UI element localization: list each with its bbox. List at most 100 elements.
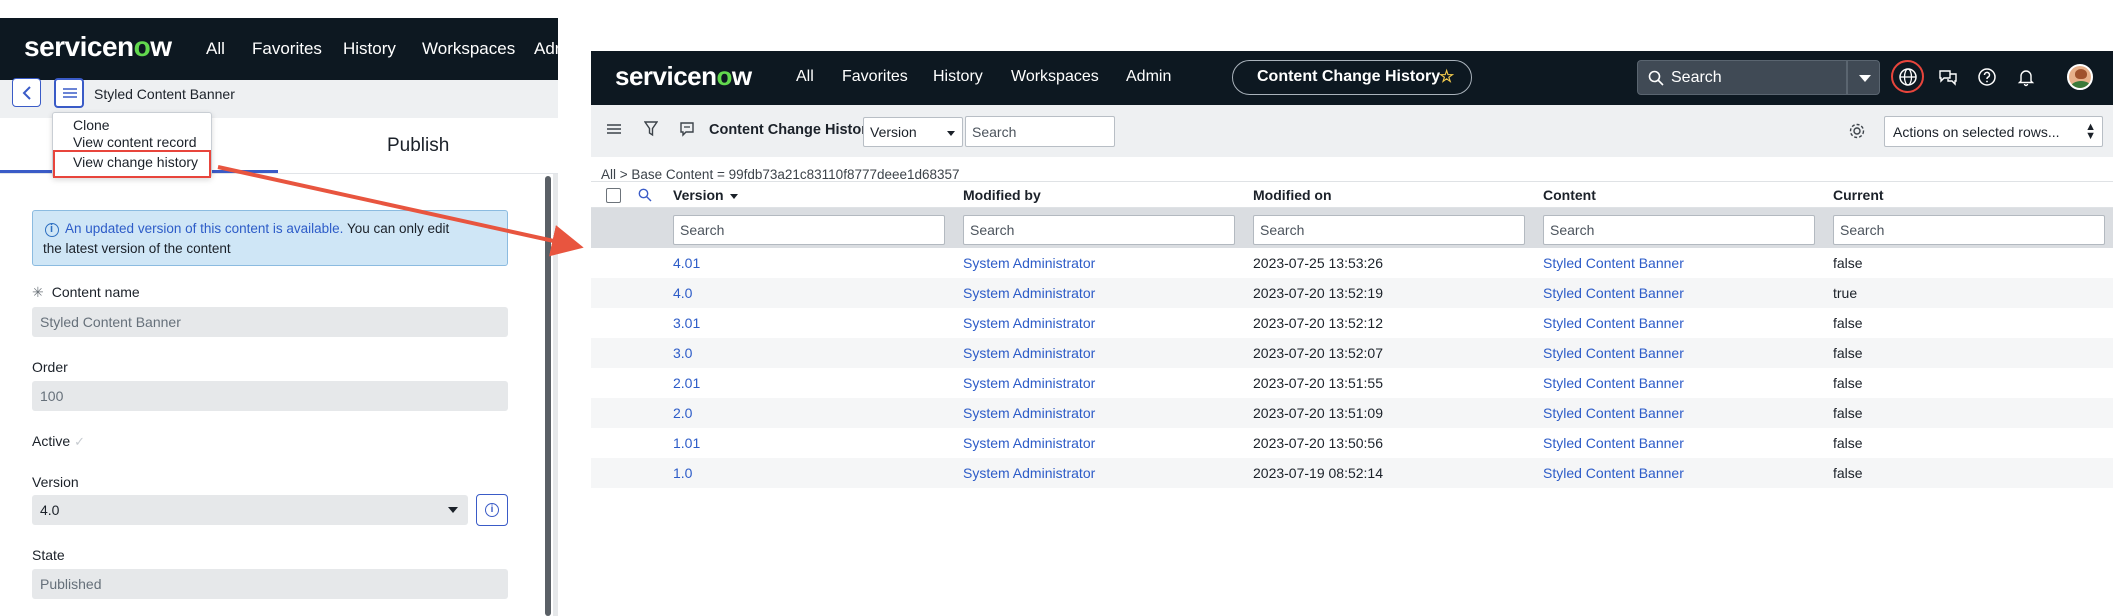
tab-publish[interactable]: Publish (387, 135, 449, 157)
version-link[interactable]: 3.01 (673, 315, 700, 331)
modified-by-search-input[interactable]: Search (963, 215, 1235, 245)
globe-icon[interactable] (1897, 66, 1919, 88)
back-button[interactable] (12, 78, 41, 107)
version-info-button[interactable]: i (476, 494, 508, 526)
menu-item-clone[interactable]: Clone (73, 117, 110, 133)
search-scope-dropdown[interactable] (1847, 60, 1880, 95)
table-row[interactable]: 4.0 System Administrator 2023-07-20 13:52:… (591, 278, 2113, 308)
table-row[interactable]: 4.01 System Administrator 2023-07-25 13:53… (591, 248, 2113, 278)
version-link[interactable]: 4.0 (673, 285, 692, 301)
comment-icon[interactable] (679, 121, 695, 137)
checkbox-icon[interactable]: ✓ (74, 434, 85, 449)
modified-by-link[interactable]: System Administrator (963, 315, 1095, 331)
modified-by-link[interactable]: System Administrator (963, 465, 1095, 481)
version-link[interactable]: 4.01 (673, 255, 700, 271)
table-row[interactable]: 3.0 System Administrator 2023-07-20 13:52:… (591, 338, 2113, 368)
record-title: Styled Content Banner (94, 86, 235, 102)
search-icon[interactable] (638, 188, 652, 202)
nav-admin[interactable]: Admin (1126, 68, 1171, 86)
star-icon[interactable]: ☆ (1439, 67, 1454, 87)
global-search-input[interactable]: Search (1637, 60, 1847, 95)
modified-on-search-input[interactable]: Search (1253, 215, 1525, 245)
current-search-input[interactable]: Search (1833, 215, 2105, 245)
version-link[interactable]: 1.01 (673, 435, 700, 451)
content-link[interactable]: Styled Content Banner (1543, 375, 1684, 391)
sort-desc-icon (729, 193, 738, 199)
version-link[interactable]: 1.0 (673, 465, 692, 481)
modified-by-link[interactable]: System Administrator (963, 345, 1095, 361)
content-link[interactable]: Styled Content Banner (1543, 255, 1684, 271)
table-row[interactable]: 2.0 System Administrator 2023-07-20 13:51:… (591, 398, 2113, 428)
required-icon: ✳ (32, 284, 44, 300)
content-link[interactable]: Styled Content Banner (1543, 435, 1684, 451)
info-icon (45, 223, 59, 237)
state-field[interactable]: Published (32, 569, 508, 599)
help-icon[interactable] (1976, 66, 1998, 88)
filter-icon[interactable] (644, 121, 658, 137)
nav-workspaces[interactable]: Workspaces (422, 39, 515, 59)
table-row[interactable]: 1.0 System Administrator 2023-07-19 08:52:… (591, 458, 2113, 488)
version-link[interactable]: 2.01 (673, 375, 700, 391)
select-all-checkbox[interactable] (606, 188, 621, 203)
table-row[interactable]: 2.01 System Administrator 2023-07-20 13:51… (591, 368, 2113, 398)
order-field[interactable]: 100 (32, 381, 508, 411)
nav-history[interactable]: History (343, 39, 396, 59)
bell-icon[interactable] (2015, 66, 2037, 88)
current-cell: false (1833, 345, 1863, 361)
nav-all[interactable]: All (206, 39, 225, 59)
content-search-input[interactable]: Search (1543, 215, 1815, 245)
nav-history[interactable]: History (933, 68, 983, 86)
servicenow-logo[interactable]: servicenow (24, 31, 172, 63)
version-search-input[interactable]: Search (673, 215, 945, 245)
version-label: Version (32, 474, 79, 490)
search-icon (1648, 70, 1664, 86)
nav-favorites[interactable]: Favorites (252, 39, 322, 59)
version-select[interactable]: 4.0 (32, 495, 468, 525)
gear-icon[interactable] (1848, 122, 1866, 140)
col-header-version[interactable]: Version (673, 187, 738, 203)
table-row[interactable]: 3.01 System Administrator 2023-07-20 13:52… (591, 308, 2113, 338)
content-link[interactable]: Styled Content Banner (1543, 315, 1684, 331)
list-panel: servicenow All Favorites History Workspa… (591, 51, 2113, 491)
nav-admin[interactable]: Adr (534, 39, 558, 59)
updated-version-link[interactable]: An updated version of this content is av… (65, 221, 343, 236)
modified-by-link[interactable]: System Administrator (963, 255, 1095, 271)
modified-by-link[interactable]: System Administrator (963, 405, 1095, 421)
modified-by-link[interactable]: System Administrator (963, 375, 1095, 391)
nav-all[interactable]: All (796, 68, 814, 86)
search-field-select[interactable]: Version (863, 117, 963, 147)
content-name-field[interactable]: Styled Content Banner (32, 307, 508, 337)
actions-select[interactable]: Actions on selected rows... ▲ ▼ (1884, 116, 2103, 147)
col-header-content[interactable]: Content (1543, 187, 1596, 203)
hamburger-icon[interactable] (607, 123, 621, 135)
content-link[interactable]: Styled Content Banner (1543, 345, 1684, 361)
breadcrumb[interactable]: All > Base Content = 99fdb73a21c83110f87… (601, 167, 960, 182)
chat-icon[interactable] (1937, 66, 1959, 88)
list-search-input[interactable]: Search (965, 116, 1115, 147)
col-header-modified-by[interactable]: Modified by (963, 187, 1041, 203)
current-cell: true (1833, 285, 1858, 301)
content-link[interactable]: Styled Content Banner (1543, 405, 1684, 421)
menu-item-view-content-record[interactable]: View content record (73, 134, 196, 150)
col-header-current[interactable]: Current (1833, 187, 1884, 203)
col-header-modified-on[interactable]: Modified on (1253, 187, 1332, 203)
scrollbar[interactable] (545, 176, 551, 616)
modified-by-link[interactable]: System Administrator (963, 285, 1095, 301)
version-link[interactable]: 2.0 (673, 405, 692, 421)
content-link[interactable]: Styled Content Banner (1543, 285, 1684, 301)
context-menu-button[interactable] (54, 78, 84, 108)
avatar[interactable] (2067, 64, 2093, 90)
version-link[interactable]: 3.0 (673, 345, 692, 361)
nav-favorites[interactable]: Favorites (842, 68, 908, 86)
caret-down-icon (448, 507, 458, 513)
content-link[interactable]: Styled Content Banner (1543, 465, 1684, 481)
page-title-pill[interactable]: Content Change History ☆ (1232, 60, 1472, 95)
servicenow-logo[interactable]: servicenow (615, 61, 752, 92)
current-cell: false (1833, 255, 1863, 271)
modified-by-link[interactable]: System Administrator (963, 435, 1095, 451)
nav-workspaces[interactable]: Workspaces (1011, 68, 1099, 86)
table-row[interactable]: 1.01 System Administrator 2023-07-20 13:50… (591, 428, 2113, 458)
active-label: Active ✓ (32, 433, 86, 449)
modified-on-cell: 2023-07-20 13:52:12 (1253, 315, 1383, 331)
modified-on-cell: 2023-07-20 13:52:07 (1253, 345, 1383, 361)
